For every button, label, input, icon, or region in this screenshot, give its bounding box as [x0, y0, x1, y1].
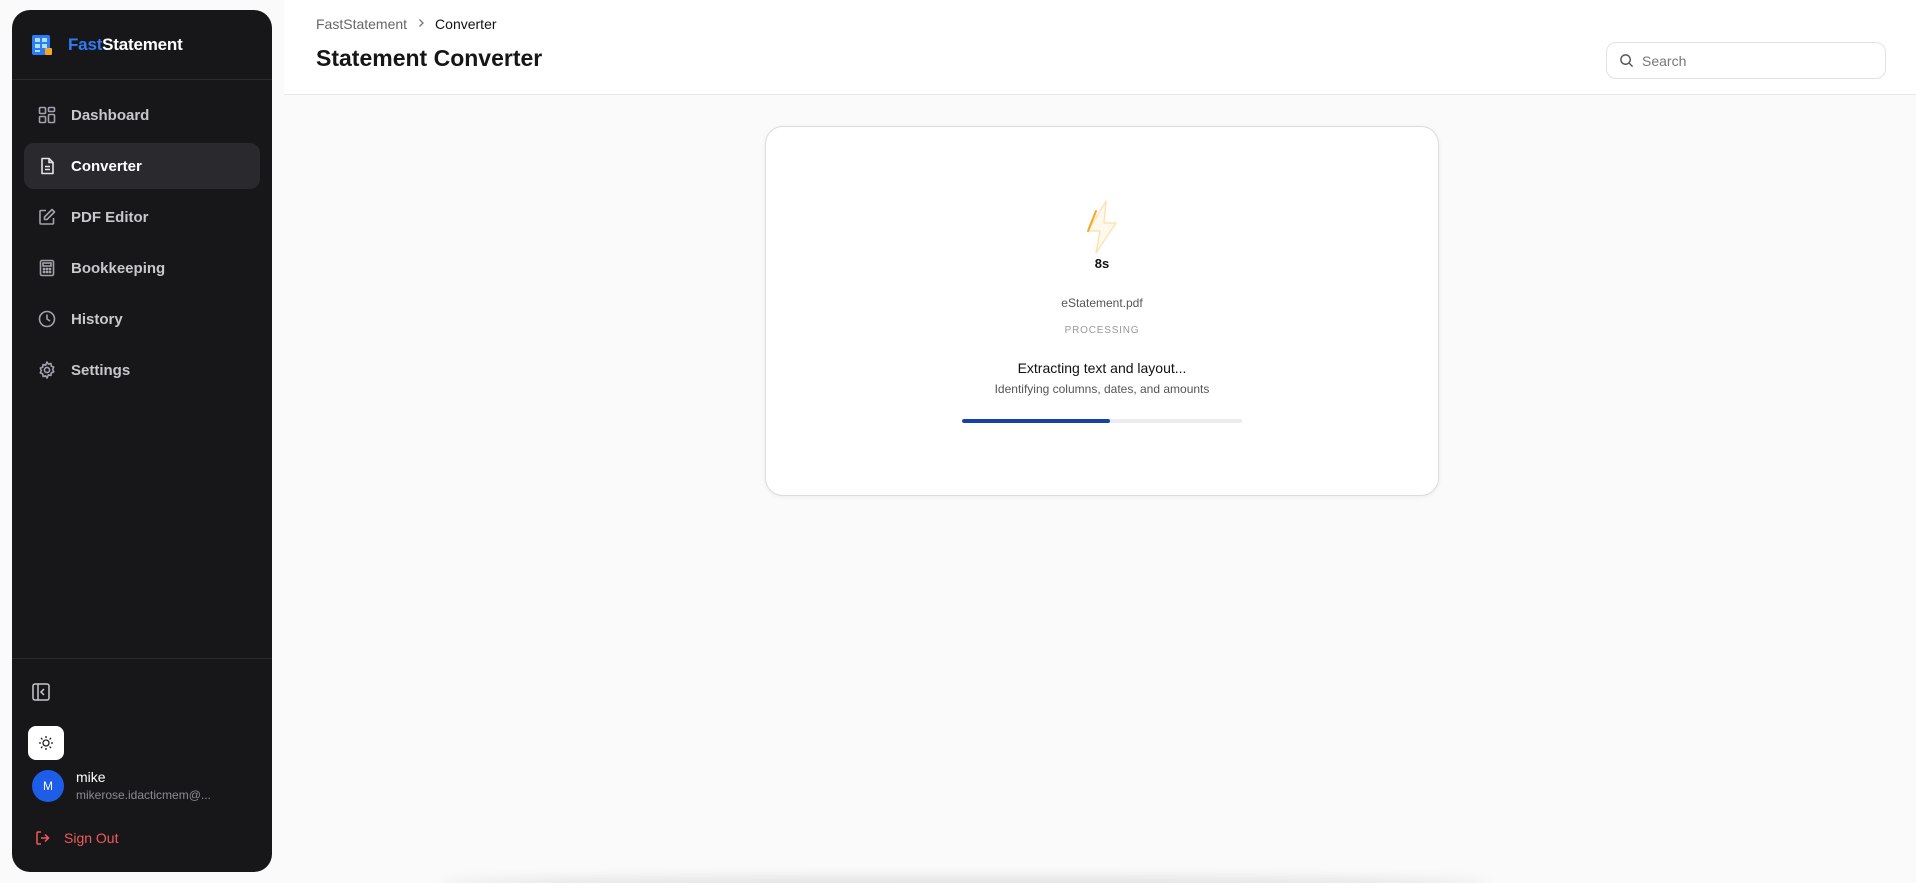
- brand[interactable]: FastStatement: [12, 10, 272, 80]
- sidebar-item-bookkeeping[interactable]: Bookkeeping: [24, 245, 260, 291]
- progress-bar: [962, 419, 1242, 423]
- sidebar-item-label: Bookkeeping: [71, 259, 166, 277]
- sidebar-item-dashboard[interactable]: Dashboard: [24, 92, 260, 138]
- page-title: Statement Converter: [316, 45, 543, 71]
- search-input[interactable]: [1642, 52, 1862, 69]
- sidebar-item-label: Converter: [71, 157, 142, 175]
- progress-bar-fill: [962, 419, 1111, 423]
- theme-toggle-button[interactable]: [28, 726, 64, 760]
- logo-icon: [32, 34, 52, 55]
- sidebar-item-history[interactable]: History: [24, 296, 260, 342]
- sidebar-footer: M mike mikerose.idacticmem@... Sign Out: [12, 658, 272, 846]
- file-name: eStatement.pdf: [1061, 296, 1143, 310]
- step-title: Extracting text and layout...: [1017, 360, 1187, 376]
- clock-icon: [37, 309, 57, 329]
- gear-icon: [37, 360, 57, 380]
- processing-card: 8s eStatement.pdf PROCESSING Extracting …: [765, 126, 1439, 496]
- breadcrumb-current: Converter: [435, 16, 497, 32]
- step-subtitle: Identifying columns, dates, and amounts: [994, 382, 1210, 396]
- brand-name: FastStatement: [68, 35, 183, 55]
- search-icon: [1620, 54, 1634, 68]
- bottom-shadow: [440, 877, 1490, 883]
- breadcrumb: FastStatement Converter: [316, 16, 497, 32]
- sidebar-item-pdf-editor[interactable]: PDF Editor: [24, 194, 260, 240]
- brand-name-statement: Statement: [102, 34, 183, 54]
- status-label: PROCESSING: [1064, 325, 1140, 336]
- edit-icon: [37, 207, 57, 227]
- chevron-right-icon: [416, 17, 426, 31]
- sign-out-button[interactable]: Sign Out: [34, 829, 118, 847]
- sidebar-item-converter[interactable]: Converter: [24, 143, 260, 189]
- sidebar-item-label: Dashboard: [71, 106, 150, 124]
- sidebar-item-label: History: [71, 310, 123, 328]
- avatar: M: [32, 769, 64, 802]
- calculator-icon: [37, 258, 57, 278]
- sidebar-item-label: PDF Editor: [71, 208, 149, 226]
- collapse-sidebar-icon[interactable]: [30, 681, 52, 703]
- dashboard-icon: [37, 105, 57, 125]
- user-name: mike: [76, 769, 106, 785]
- sidebar-nav: Dashboard Converter PDF Editor Bookkeepi…: [12, 80, 272, 393]
- user-email: mikerose.idacticmem@...: [76, 788, 211, 802]
- sidebar-item-settings[interactable]: Settings: [24, 347, 260, 393]
- sun-icon: [39, 736, 53, 750]
- sidebar: FastStatement Dashboard Converter PDF Ed…: [12, 10, 272, 872]
- breadcrumb-root-link[interactable]: FastStatement: [316, 16, 407, 32]
- search-box[interactable]: [1606, 42, 1886, 79]
- sidebar-item-label: Settings: [71, 361, 131, 379]
- brand-name-fast: Fast: [68, 34, 103, 54]
- lightning-icon: [1087, 200, 1117, 254]
- user-profile[interactable]: M mike mikerose.idacticmem@...: [32, 769, 211, 802]
- user-info: mike mikerose.idacticmem@...: [76, 769, 211, 802]
- elapsed-timer: 8s: [1094, 256, 1110, 271]
- document-icon: [37, 156, 57, 176]
- sign-out-label: Sign Out: [64, 830, 119, 846]
- logout-icon: [36, 831, 50, 845]
- page-header: FastStatement Converter Statement Conver…: [284, 0, 1916, 95]
